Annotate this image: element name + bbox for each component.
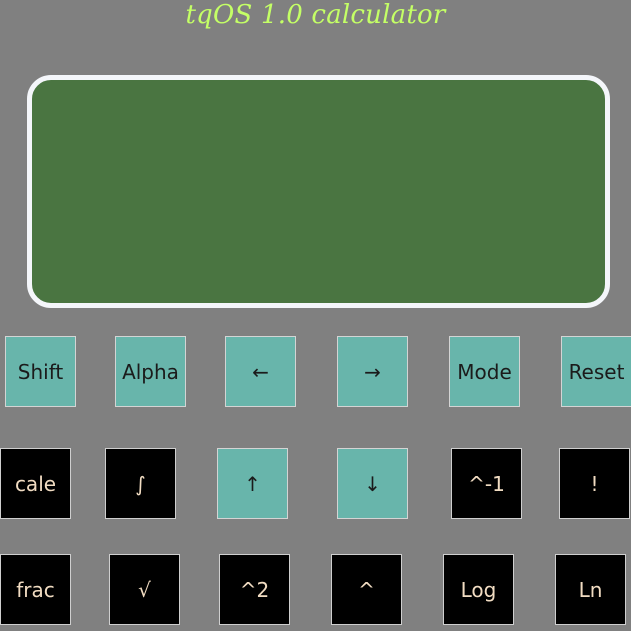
integral-icon: ∫ bbox=[135, 471, 146, 496]
cale-button[interactable]: cale bbox=[0, 448, 71, 519]
frac-button-label: frac bbox=[16, 577, 55, 602]
cale-button-label: cale bbox=[14, 471, 57, 496]
factorial-button[interactable]: ! bbox=[559, 448, 630, 519]
log-button[interactable]: Log bbox=[443, 554, 514, 625]
up-arrow-icon: ↑ bbox=[244, 471, 261, 496]
frac-button[interactable]: frac bbox=[0, 554, 71, 625]
left-arrow-button[interactable]: ← bbox=[225, 336, 296, 407]
square-button[interactable]: ^2 bbox=[219, 554, 290, 625]
power-button-label: ^ bbox=[358, 577, 375, 602]
square-button-label: ^2 bbox=[239, 577, 270, 602]
down-arrow-icon: ↓ bbox=[364, 471, 381, 496]
power-button[interactable]: ^ bbox=[331, 554, 402, 625]
right-arrow-button[interactable]: → bbox=[337, 336, 408, 407]
alpha-button[interactable]: Alpha bbox=[115, 336, 186, 407]
ln-button[interactable]: Ln bbox=[555, 554, 626, 625]
inverse-button-label: ^-1 bbox=[468, 471, 505, 496]
app-title: tqOS 1.0 calculator bbox=[185, 0, 446, 30]
left-arrow-icon: ← bbox=[252, 359, 269, 384]
factorial-button-label: ! bbox=[590, 471, 599, 496]
calculator-display bbox=[27, 75, 610, 308]
shift-button-label: Shift bbox=[17, 359, 64, 384]
up-arrow-button[interactable]: ↑ bbox=[217, 448, 288, 519]
right-arrow-icon: → bbox=[364, 359, 381, 384]
inverse-button[interactable]: ^-1 bbox=[451, 448, 522, 519]
down-arrow-button[interactable]: ↓ bbox=[337, 448, 408, 519]
alpha-button-label: Alpha bbox=[122, 359, 179, 384]
sqrt-icon: √ bbox=[138, 577, 151, 602]
integral-button[interactable]: ∫ bbox=[105, 448, 176, 519]
log-button-label: Log bbox=[460, 577, 497, 602]
ln-button-label: Ln bbox=[578, 577, 603, 602]
reset-button[interactable]: Reset bbox=[561, 336, 631, 407]
mode-button[interactable]: Mode bbox=[449, 336, 520, 407]
sqrt-button[interactable]: √ bbox=[109, 554, 180, 625]
reset-button-label: Reset bbox=[568, 359, 625, 384]
mode-button-label: Mode bbox=[457, 359, 512, 384]
shift-button[interactable]: Shift bbox=[5, 336, 76, 407]
